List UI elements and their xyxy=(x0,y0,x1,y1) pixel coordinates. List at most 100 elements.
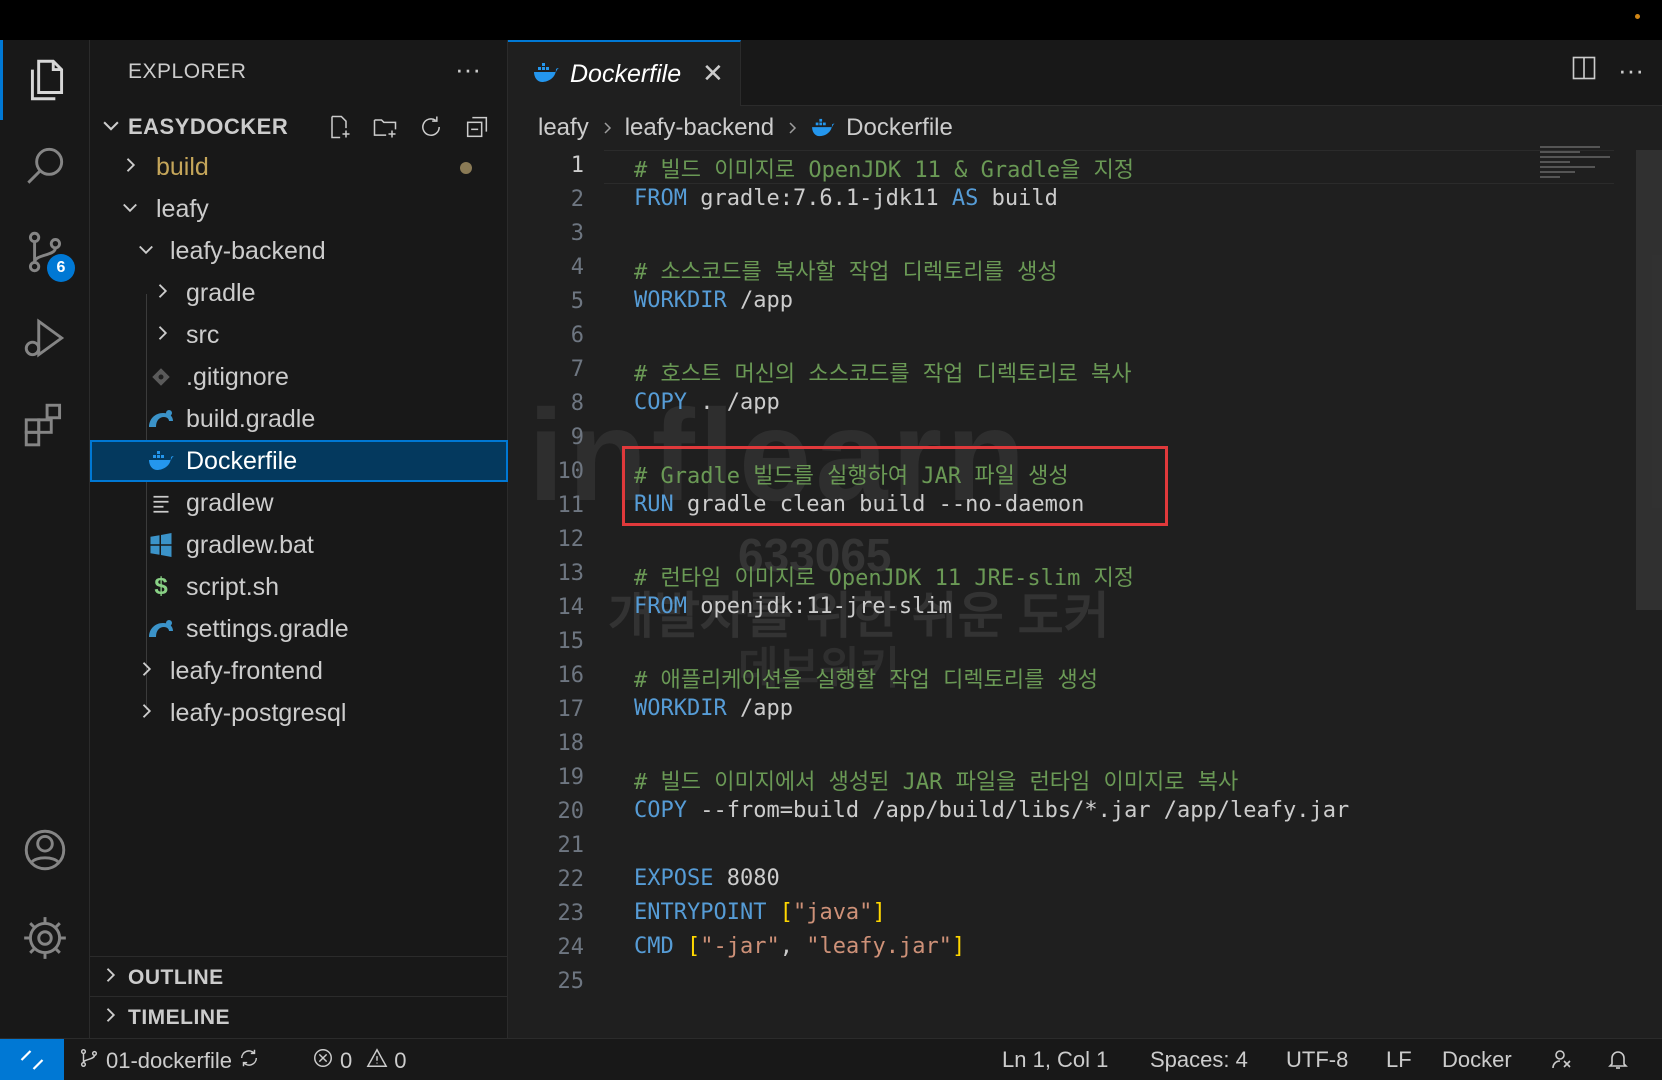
search-icon[interactable] xyxy=(0,126,90,206)
tree-item-leafy-frontend[interactable]: leafy-frontend xyxy=(90,650,508,692)
new-file-icon[interactable] xyxy=(322,110,356,144)
editor-scrollbar[interactable] xyxy=(1636,150,1662,610)
new-folder-icon[interactable] xyxy=(368,110,402,144)
tree-item-leafy-postgresql[interactable]: leafy-postgresql xyxy=(90,692,508,734)
code-line[interactable]: 13 # 런타임 이미지로 OpenJDK 11 JRE-slim 지정 xyxy=(508,558,1638,592)
git-file-icon xyxy=(146,362,176,392)
problems-indicator[interactable]: 0 0 xyxy=(312,1047,407,1075)
code-line[interactable]: 15 xyxy=(508,626,1638,660)
code-line[interactable]: 4 # 소스코드를 복사할 작업 디렉토리를 생성 xyxy=(508,252,1638,286)
language-mode[interactable]: Docker xyxy=(1442,1047,1512,1073)
line-number: 14 xyxy=(557,595,585,620)
tree-item-gradle[interactable]: gradle xyxy=(90,272,508,314)
code-line[interactable]: 21 xyxy=(508,830,1638,864)
split-editor-icon[interactable] xyxy=(1570,54,1598,87)
code-line[interactable]: 24 CMD ["-jar", "leafy.jar"] xyxy=(508,932,1638,966)
code-line[interactable]: 17 WORKDIR /app xyxy=(508,694,1638,728)
collapse-all-icon[interactable] xyxy=(460,110,494,144)
timeline-section[interactable]: TIMELINE xyxy=(90,996,508,1036)
more-actions-icon[interactable]: ··· xyxy=(1618,55,1644,86)
tree-item-src[interactable]: src xyxy=(90,314,508,356)
accounts-feedback-icon[interactable] xyxy=(1550,1047,1574,1071)
code-token: # 호스트 머신의 소스코드를 작업 디렉토리로 복사 xyxy=(634,362,1132,387)
code-line[interactable]: 2 FROM gradle:7.6.1-jdk11 AS build xyxy=(508,184,1638,218)
tree-item-build[interactable]: build xyxy=(90,146,508,188)
code-line[interactable]: 6 xyxy=(508,320,1638,354)
indentation[interactable]: Spaces: 4 xyxy=(1150,1047,1248,1073)
code-token: EXPOSE xyxy=(634,866,714,891)
bell-icon[interactable] xyxy=(1606,1047,1630,1071)
code-line[interactable]: 16 # 애플리케이션을 실행할 작업 디렉토리를 생성 xyxy=(508,660,1638,694)
code-token: WORKDIR xyxy=(634,696,727,721)
refresh-icon[interactable] xyxy=(414,110,448,144)
code-line[interactable]: 5 WORKDIR /app xyxy=(508,286,1638,320)
tree-item-leafy-backend[interactable]: leafy-backend xyxy=(90,230,508,272)
code-line[interactable]: 1 # 빌드 이미지로 OpenJDK 11 & Gradle을 지정 xyxy=(508,150,1638,184)
code-line[interactable]: 22 EXPOSE 8080 xyxy=(508,864,1638,898)
code-token: /app xyxy=(726,288,793,313)
gradle-elephant-icon xyxy=(146,404,176,434)
breadcrumb-item[interactable]: Dockerfile xyxy=(846,114,953,142)
line-number: 4 xyxy=(570,255,584,280)
code-token: build xyxy=(978,186,1058,211)
close-icon[interactable]: ✕ xyxy=(702,58,724,89)
code-line[interactable]: 19 # 빌드 이미지에서 생성된 JAR 파일을 런타임 이미지로 복사 xyxy=(508,762,1638,796)
code-token: "-jar" xyxy=(700,934,780,959)
remote-indicator-icon[interactable] xyxy=(0,1039,64,1080)
branch-name: 01-dockerfile xyxy=(106,1048,232,1073)
code-token: COPY xyxy=(634,390,687,415)
highlight-annotation-box xyxy=(622,446,1168,526)
docker-whale-icon xyxy=(146,446,176,476)
run-debug-icon[interactable] xyxy=(0,298,90,378)
code-line[interactable]: 8 COPY . /app xyxy=(508,388,1638,422)
breadcrumb-item[interactable]: leafy xyxy=(538,114,589,142)
tree-item-build-gradle[interactable]: build.gradle xyxy=(90,398,508,440)
settings-gear-icon[interactable] xyxy=(0,898,90,978)
tab-label: Dockerfile xyxy=(570,60,682,88)
extensions-icon[interactable] xyxy=(0,384,90,464)
tree-item-dockerfile[interactable]: Dockerfile xyxy=(90,440,508,482)
tree-item-leafy[interactable]: leafy xyxy=(90,188,508,230)
line-number: 15 xyxy=(557,629,585,654)
tab-dockerfile[interactable]: Dockerfile ✕ xyxy=(508,40,741,106)
code-line[interactable]: 23 ENTRYPOINT ["java"] xyxy=(508,898,1638,932)
code-line[interactable]: 25 xyxy=(508,966,1638,1000)
chevron-right-icon xyxy=(136,659,156,684)
code-token: , xyxy=(779,934,807,959)
code-editor[interactable]: inflearn 633065 개발자를 위한 쉬운 도커 데브위키 1 # 빌드… xyxy=(508,150,1662,1038)
line-number: 24 xyxy=(557,935,585,960)
code-line[interactable]: 12 xyxy=(508,524,1638,558)
accounts-icon[interactable] xyxy=(0,810,90,890)
branch-indicator[interactable]: 01-dockerfile xyxy=(78,1047,260,1075)
source-control-icon[interactable]: 6 xyxy=(0,212,90,292)
encoding[interactable]: UTF-8 xyxy=(1286,1047,1348,1073)
tree-item-gradlew-bat[interactable]: gradlew.bat xyxy=(90,524,508,566)
explorer-icon[interactable] xyxy=(0,40,90,120)
line-code: # 애플리케이션을 실행할 작업 디렉토리를 생성 xyxy=(634,662,1098,694)
tree-item-gitignore[interactable]: .gitignore xyxy=(90,356,508,398)
code-line[interactable]: 18 xyxy=(508,728,1638,762)
tree-item-script-sh[interactable]: $ script.sh xyxy=(90,566,508,608)
code-token: ] xyxy=(951,934,966,959)
cursor-position[interactable]: Ln 1, Col 1 xyxy=(1002,1047,1108,1073)
line-code: WORKDIR /app xyxy=(634,288,793,313)
code-line[interactable]: 3 xyxy=(508,218,1638,252)
warning-icon xyxy=(366,1047,388,1075)
line-code: COPY . /app xyxy=(634,390,780,415)
code-line[interactable]: 20 COPY --from=build /app/build/libs/*.ja… xyxy=(508,796,1638,830)
chevron-down-icon xyxy=(100,114,122,141)
project-header[interactable]: EASYDOCKER xyxy=(90,108,508,146)
tree-item-settings-gradle[interactable]: settings.gradle xyxy=(90,608,508,650)
gradle-elephant-icon xyxy=(146,614,176,644)
code-line[interactable]: 7 # 호스트 머신의 소스코드를 작업 디렉토리로 복사 xyxy=(508,354,1638,388)
code-line[interactable]: 14 FROM openjdk:11-jre-slim xyxy=(508,592,1638,626)
end-of-line[interactable]: LF xyxy=(1386,1047,1412,1073)
breadcrumb-item[interactable]: leafy-backend xyxy=(625,114,774,142)
tree-item-gradlew[interactable]: gradlew xyxy=(90,482,508,524)
sync-icon[interactable] xyxy=(238,1047,260,1075)
more-actions-icon[interactable]: ··· xyxy=(455,54,481,85)
code-token: # 빌드 이미지로 OpenJDK 11 & Gradle을 지정 xyxy=(634,158,1135,183)
tree-label: leafy-frontend xyxy=(170,657,323,685)
minimap[interactable] xyxy=(1540,146,1620,206)
outline-section[interactable]: OUTLINE xyxy=(90,956,508,996)
